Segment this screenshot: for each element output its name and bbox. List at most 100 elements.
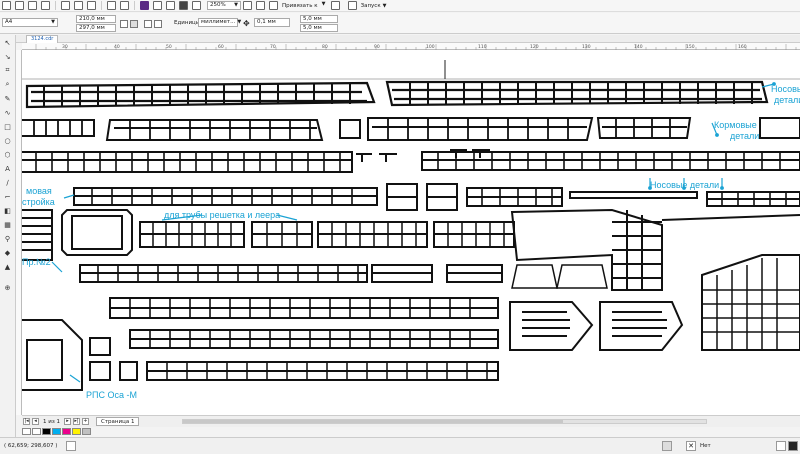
swatch-gray[interactable] [82, 428, 91, 435]
ladders [509, 301, 684, 351]
page-dimensions: 210,0 мм 297,0 мм [76, 15, 116, 32]
portrait-icon[interactable] [120, 20, 128, 28]
scrollbar-thumb[interactable] [183, 420, 563, 423]
cut-icon[interactable] [61, 1, 70, 10]
chevron-down-icon: ▼ [237, 19, 242, 25]
duplicate-y-field[interactable]: 5,0 мм [300, 24, 338, 32]
eyedropper-icon[interactable]: ⚲ [3, 234, 12, 243]
crop-tool-icon[interactable]: ⌗ [3, 66, 12, 75]
first-page-icon[interactable]: |◂ [23, 418, 30, 425]
pick-tool-icon[interactable]: ↖ [3, 38, 12, 47]
current-page-icon[interactable] [154, 20, 162, 28]
perforated-panels [511, 264, 608, 289]
save-icon[interactable] [28, 1, 37, 10]
ellipse-tool-icon[interactable]: ○ [3, 136, 12, 145]
outline-color-icon[interactable] [788, 441, 798, 451]
cursor-coordinates: ( 62,659; 298,607 ) [4, 443, 58, 449]
label-stern-parts-line2: детали [730, 131, 760, 141]
label-nose-parts-mid: Носовые детали [650, 180, 720, 190]
nudge-value: 0,1 мм [257, 19, 276, 25]
page-width-field[interactable]: 210,0 мм [76, 15, 116, 23]
guidelines-icon[interactable] [269, 1, 278, 10]
add-page-icon[interactable]: + [82, 418, 89, 425]
duplicate-y-value: 5,0 мм [303, 24, 322, 31]
options-gear-icon[interactable] [330, 1, 340, 10]
paper-size-value: A4 [5, 19, 13, 25]
full-screen-icon[interactable] [192, 1, 201, 10]
paper-size-combo[interactable]: A4 ▼ [2, 18, 58, 27]
interactive-fill-icon[interactable]: ◆ [3, 248, 12, 257]
duplicate-x-field[interactable]: 5,0 мм [300, 15, 338, 23]
last-page-icon[interactable]: ▸| [73, 418, 80, 425]
drop-shadow-icon[interactable]: ◧ [3, 206, 12, 215]
no-fill-icon[interactable]: ✕ [686, 441, 696, 451]
launch-menu[interactable]: Запуск [361, 3, 381, 9]
launch-dropdown-icon[interactable]: ▼ [383, 3, 387, 9]
horizontal-ruler[interactable]: 30 40 50 60 70 80 90 100 110 120 130 140 150 160 [22, 43, 800, 50]
rectangle-tool-icon[interactable]: □ [3, 122, 12, 131]
chevron-down-icon: ▼ [51, 19, 55, 25]
corel-connect-icon[interactable] [140, 1, 149, 10]
landscape-icon[interactable] [130, 20, 138, 28]
print-icon[interactable] [41, 1, 50, 10]
snap-to-menu[interactable]: Привязать к [282, 3, 318, 9]
label-rps-osa: РПС Оса -М [86, 390, 137, 400]
zoom-tool-icon[interactable]: ⌕ [3, 80, 12, 89]
redo-icon[interactable] [120, 1, 129, 10]
label-superstructure-line1: мовая [26, 186, 52, 196]
color-palette [22, 427, 800, 436]
paste-icon[interactable] [87, 1, 96, 10]
separator [134, 1, 135, 10]
application-launcher-icon[interactable] [347, 1, 357, 10]
swatch-yellow[interactable] [72, 428, 81, 435]
transparency-icon[interactable]: ▦ [3, 220, 12, 229]
label-project-2: Пр.№2 [22, 257, 51, 267]
export-icon[interactable] [166, 1, 175, 10]
units-combo[interactable]: миллимет... ▼ [198, 18, 242, 27]
copy-icon[interactable] [74, 1, 83, 10]
previous-page-icon[interactable]: ◂ [32, 418, 39, 425]
horizontal-scrollbar[interactable] [182, 419, 707, 424]
page-height-field[interactable]: 297,0 мм [76, 24, 116, 32]
outline-pen-icon[interactable] [776, 441, 786, 451]
label-stern-parts: Кормовые [714, 120, 757, 130]
swatch-cyan[interactable] [52, 428, 61, 435]
nudge-distance-field[interactable]: 0,1 мм [254, 18, 290, 27]
rulers-icon[interactable] [243, 1, 252, 10]
freehand-tool-icon[interactable]: ✎ [3, 94, 12, 103]
info-icon[interactable] [66, 441, 76, 451]
artistic-media-icon[interactable]: ∿ [3, 108, 12, 117]
shape-tool-icon[interactable]: ↘ [3, 52, 12, 61]
next-page-icon[interactable]: ▸ [64, 418, 71, 425]
drawing-canvas[interactable]: Носовые детали Кормовые детали Носовые д… [22, 50, 800, 415]
import-icon[interactable] [153, 1, 162, 10]
no-color-swatch[interactable] [22, 428, 31, 435]
new-document-icon[interactable] [2, 1, 11, 10]
parallel-dimension-icon[interactable]: ∕ [3, 178, 12, 187]
grid-icon[interactable] [256, 1, 265, 10]
duplicate-distance: 5,0 мм 5,0 мм [300, 15, 338, 32]
swatch-white[interactable] [32, 428, 41, 435]
railing-row-2-posts [33, 118, 671, 140]
separator [55, 1, 56, 10]
document-color-icon[interactable] [662, 441, 672, 451]
document-tab[interactable]: 3124.cdr [26, 35, 59, 43]
all-pages-icon[interactable] [144, 20, 152, 28]
smart-fill-icon[interactable]: ▲ [3, 262, 12, 271]
connector-tool-icon[interactable]: ⌐ [3, 192, 12, 201]
swatch-magenta[interactable] [62, 428, 71, 435]
add-tool-icon[interactable]: ⊕ [3, 283, 12, 292]
text-tool-icon[interactable]: A [3, 164, 12, 173]
publish-pdf-icon[interactable] [179, 1, 188, 10]
undo-icon[interactable] [107, 1, 116, 10]
open-icon[interactable] [15, 1, 24, 10]
toolbox: ↖ ↘ ⌗ ⌕ ✎ ∿ □ ○ ⬡ A ∕ ⌐ ◧ ▦ ⚲ ◆ ▲ ⊕ [0, 35, 16, 440]
railing-row-1 [25, 80, 769, 109]
zoom-combo[interactable]: 250% ▼ [207, 1, 241, 10]
snap-dropdown-icon[interactable]: ▼ [322, 1, 327, 10]
polygon-tool-icon[interactable]: ⬡ [3, 150, 12, 159]
page-tab[interactable]: Страница 1 [96, 417, 140, 426]
standard-toolbar: 250% ▼ Привязать к ▼ Запуск ▼ [0, 0, 800, 12]
swatch-black[interactable] [42, 428, 51, 435]
label-superstructure-line2: стройка [22, 197, 55, 207]
